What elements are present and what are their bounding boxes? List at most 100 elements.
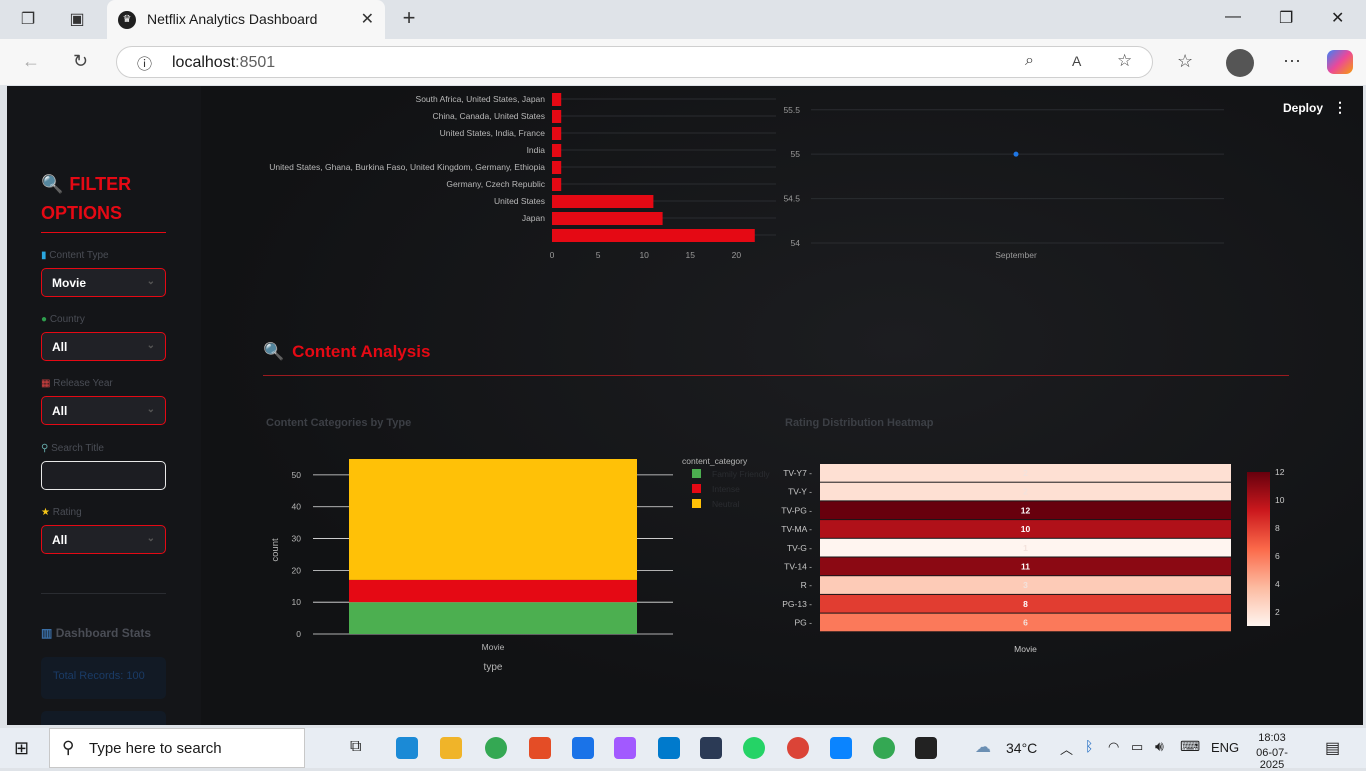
category-label: India [527, 145, 546, 155]
tab-actions-icon[interactable]: ▣ [67, 9, 87, 29]
copilot-icon[interactable] [1327, 50, 1353, 74]
bar [552, 161, 562, 174]
colorbar-tick-label: 10 [1275, 495, 1285, 505]
x-tick-label: 5 [596, 250, 601, 260]
chrome-icon[interactable] [485, 737, 507, 759]
main-menu-icon[interactable]: ⋮ [1333, 99, 1347, 116]
colorbar-tick-label: 6 [1275, 551, 1280, 561]
refresh-icon[interactable]: ↻ [73, 51, 88, 72]
volume-icon[interactable]: 🔊︎ [1155, 738, 1164, 755]
language-indicator[interactable]: ENG [1211, 740, 1239, 755]
y-tick-label: 54 [791, 238, 801, 248]
browser-tab[interactable]: ♛ Netflix Analytics Dashboard ✕ [107, 0, 385, 39]
weather-icon[interactable]: ☁ [975, 737, 991, 757]
file-explorer-icon[interactable] [440, 737, 462, 759]
colorbar-tick-label: 12 [1275, 467, 1285, 477]
chevron-down-icon: ⌄ [146, 404, 155, 415]
category-label: China, Canada, United States [433, 111, 545, 121]
category-label: Japan [522, 213, 545, 223]
task-view-icon[interactable]: ⧉ [350, 738, 361, 756]
notifications-icon[interactable]: ▤ [1325, 738, 1340, 758]
minimize-icon[interactable]: — [1225, 8, 1241, 26]
bluetooth-icon[interactable]: ᛒ [1085, 738, 1093, 754]
cell-value: 11 [1021, 562, 1030, 572]
zoom-icon[interactable]: ⌕ [1025, 52, 1034, 70]
new-tab-icon[interactable]: + [399, 5, 419, 30]
legend-label: Neutral [712, 499, 740, 509]
y-tick-label: TV-14 - [784, 562, 812, 572]
colorbar-tick-label: 4 [1275, 579, 1280, 589]
profile-avatar[interactable] [1226, 49, 1254, 77]
sidebar: 🔍 FILTER OPTIONS ▮ Content Type Movie ⌄ ● … [7, 86, 201, 725]
filter-title: 🔍 FILTER OPTIONS [41, 174, 132, 223]
wifi-icon[interactable]: ◠ [1108, 739, 1119, 755]
y-tick-label: TV-G - [787, 543, 812, 553]
app-window-icon[interactable] [830, 737, 852, 759]
cell-value: 1 [1023, 543, 1028, 553]
release-year-select[interactable]: All ⌄ [41, 396, 166, 425]
app-icon[interactable] [529, 737, 551, 759]
clock[interactable]: 18:03 06-07-2025 [1252, 732, 1292, 771]
whatsapp-icon[interactable] [743, 737, 765, 759]
url-text: localhost:8501 [172, 54, 276, 71]
category-label: South Africa, United States, Japan [416, 94, 546, 104]
chrome-profile-2-icon[interactable] [873, 737, 895, 759]
git-app-icon[interactable] [614, 737, 636, 759]
colorbar [1247, 472, 1270, 626]
taskbar-search[interactable]: ⚲ Type here to search [49, 728, 305, 768]
content-type-select[interactable]: Movie ⌄ [41, 268, 166, 297]
restore-icon[interactable]: ❐ [1279, 8, 1293, 28]
country-label: ● Country [41, 314, 85, 325]
legend-label: Family Friendly [712, 469, 770, 479]
cell-value: 8 [1023, 599, 1028, 609]
y-tick-label: TV-Y7 - [783, 468, 812, 478]
edge-icon[interactable] [396, 737, 418, 759]
rating-select[interactable]: All ⌄ [41, 525, 166, 554]
y-tick-label: R - [801, 580, 813, 590]
url-field[interactable]: ⓘ localhost:8501 ⌕ A ☆ [116, 46, 1153, 78]
weather-temp[interactable]: 34°C [1006, 740, 1037, 756]
workspaces-icon[interactable]: ❐ [18, 9, 38, 29]
deploy-button[interactable]: Deploy [1283, 101, 1323, 115]
y-tick-label: 55 [791, 149, 801, 159]
read-aloud-icon[interactable]: A [1072, 53, 1081, 69]
terminal-icon[interactable] [915, 737, 937, 759]
tray-chevron-icon[interactable]: ︿ [1060, 739, 1073, 758]
magnifier-icon: 🔍 [263, 342, 285, 361]
chart-app-icon[interactable] [572, 737, 594, 759]
back-icon[interactable]: ← [22, 51, 40, 72]
chrome-profile-icon[interactable] [787, 737, 809, 759]
close-tab-icon[interactable]: ✕ [361, 9, 374, 29]
mysql-icon[interactable] [700, 737, 722, 759]
cell-value: 3 [1023, 580, 1028, 590]
category-label: United States [494, 196, 545, 206]
main-content: Deploy ⋮ South Africa, United States, Ja… [201, 86, 1363, 725]
country-select[interactable]: All ⌄ [41, 332, 166, 361]
stacked-bar-segment [349, 579, 637, 603]
vscode-icon[interactable] [658, 737, 680, 759]
filter-divider [41, 232, 166, 233]
colorbar-tick-label: 2 [1275, 607, 1280, 617]
section-title: 🔍 Content Analysis [263, 342, 431, 361]
x-tick-label: Movie [482, 642, 505, 652]
site-info-icon[interactable]: ⓘ [137, 53, 152, 74]
favorite-star-icon[interactable]: ☆ [1117, 51, 1132, 71]
clock-time: 18:03 [1258, 732, 1286, 744]
search-title-input[interactable] [41, 461, 166, 490]
windows-start-icon[interactable]: ⊞ [14, 738, 29, 759]
close-window-icon[interactable]: ✕ [1331, 8, 1344, 28]
phone-icon: ▮ [41, 250, 47, 261]
battery-icon[interactable]: ▭ [1131, 739, 1143, 755]
address-bar-row: ← ↻ ⓘ localhost:8501 ⌕ A ☆ ☆ ⋯ [0, 39, 1366, 85]
heatmap-chart-title: Rating Distribution Heatmap [785, 417, 934, 429]
bar [552, 127, 562, 140]
favorites-icon[interactable]: ☆ [1177, 51, 1193, 72]
keyboard-icon[interactable]: ⌨ [1180, 738, 1200, 755]
more-icon[interactable]: ⋯ [1283, 51, 1301, 72]
category-label: United States, Ghana, Burkina Faso, Unit… [269, 162, 545, 172]
rating-heatmap: 2 TV-Y7 - 2 TV-Y - 12 TV-PG - 10 TV-MA - 1 TV-G -… [781, 464, 1285, 654]
x-tick-label: Movie [1014, 644, 1037, 654]
y-tick-label: 40 [292, 502, 302, 512]
y-tick-label: 20 [292, 565, 302, 575]
chevron-down-icon: ⌄ [146, 533, 155, 544]
